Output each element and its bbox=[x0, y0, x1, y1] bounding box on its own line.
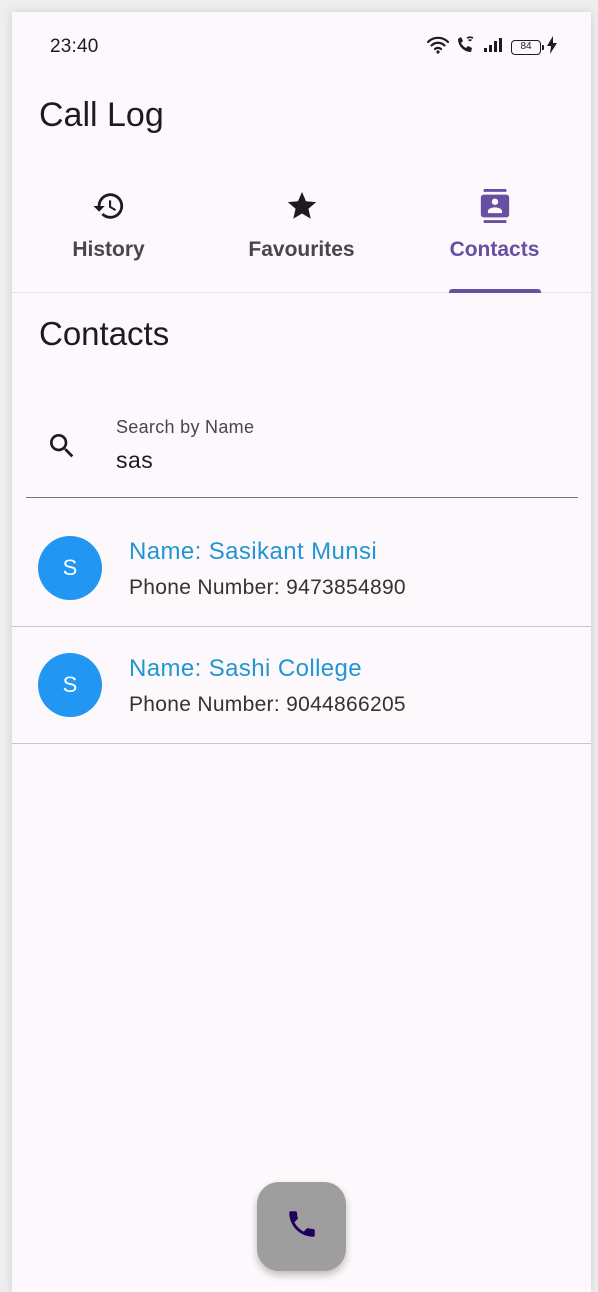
battery-icon: 84 bbox=[511, 39, 544, 55]
tab-favourites-label: Favourites bbox=[248, 238, 355, 261]
contact-list: S Name: Sasikant Munsi Phone Number: 947… bbox=[12, 510, 591, 744]
star-icon bbox=[284, 188, 320, 224]
status-icons: 84 bbox=[426, 35, 557, 59]
search-icon bbox=[46, 430, 78, 462]
call-fab-button[interactable] bbox=[257, 1182, 346, 1271]
tab-contacts-label: Contacts bbox=[449, 238, 540, 261]
list-item[interactable]: S Name: Sasikant Munsi Phone Number: 947… bbox=[12, 510, 591, 627]
page-title: Call Log bbox=[39, 96, 164, 134]
tab-bar: History Favourites Contacts bbox=[12, 172, 591, 293]
wifi-calling-icon bbox=[455, 35, 477, 59]
charging-icon bbox=[547, 35, 557, 59]
wifi-icon bbox=[426, 36, 450, 59]
tab-history[interactable]: History bbox=[12, 172, 205, 292]
avatar: S bbox=[38, 653, 102, 717]
contact-name: Name: Sasikant Munsi bbox=[129, 538, 378, 565]
avatar: S bbox=[38, 536, 102, 600]
contact-name: Name: Sashi College bbox=[129, 655, 363, 682]
search-input[interactable] bbox=[116, 447, 556, 474]
status-time: 23:40 bbox=[50, 36, 99, 57]
tab-contacts[interactable]: Contacts bbox=[398, 172, 591, 293]
status-bar: 23:40 84 bbox=[12, 12, 591, 82]
search-field[interactable]: Search by Name bbox=[26, 397, 578, 498]
history-icon bbox=[91, 188, 127, 224]
tab-favourites[interactable]: Favourites bbox=[205, 172, 398, 292]
contact-phone: Phone Number: 9473854890 bbox=[129, 576, 406, 599]
contact-phone: Phone Number: 9044866205 bbox=[129, 693, 406, 716]
tab-history-label: History bbox=[72, 238, 145, 261]
phone-screen: 23:40 84 Call Log History Favourites Con… bbox=[12, 12, 591, 1292]
section-title: Contacts bbox=[39, 315, 170, 352]
search-label: Search by Name bbox=[116, 417, 255, 437]
phone-icon bbox=[285, 1207, 319, 1246]
list-item[interactable]: S Name: Sashi College Phone Number: 9044… bbox=[12, 627, 591, 744]
signal-icon bbox=[483, 37, 505, 58]
tab-active-indicator bbox=[448, 289, 541, 293]
contacts-icon bbox=[477, 188, 513, 224]
